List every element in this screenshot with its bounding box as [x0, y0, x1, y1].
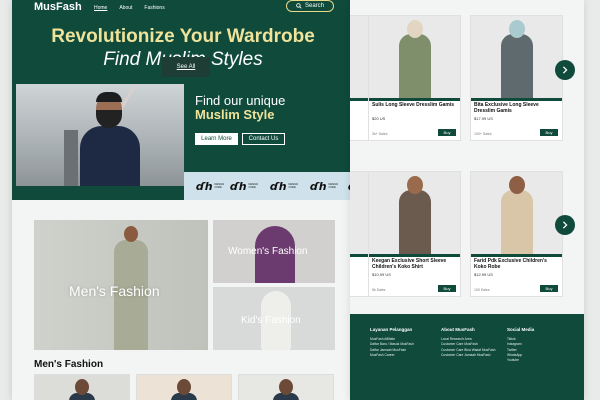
- search-icon: [296, 3, 302, 9]
- category-label: Kid's Fashion: [241, 315, 301, 326]
- chevron-right-icon: [562, 221, 568, 229]
- buy-button[interactable]: Buy: [438, 285, 456, 292]
- section-title: Men's Fashion: [34, 359, 104, 370]
- hero-image: [16, 84, 184, 186]
- top-nav: MusFash Home About Fashions Search: [12, 0, 354, 18]
- product-card[interactable]: Keegan Exclusive Short Sleeve Children's…: [368, 171, 461, 297]
- hero-cta-title: Find our unique: [195, 93, 286, 108]
- product-sales: 100 Sales: [474, 288, 490, 292]
- product-thumbnail[interactable]: [238, 374, 334, 400]
- footer-heading: About MusFash: [441, 327, 475, 332]
- category-kids-fashion[interactable]: Kid's Fashion: [213, 287, 335, 350]
- hero-cta-highlight: Muslim Style: [195, 107, 275, 122]
- footer-column: Social Media Tiktok Instagram Twitter Wh…: [507, 327, 534, 363]
- footer-heading: Layanan Pelanggan: [370, 327, 413, 332]
- product-price: $10.99 US: [372, 272, 391, 277]
- product-card[interactable]: Sulis Long Sleeve Dresslim Gamis $20 US …: [368, 15, 461, 141]
- footer-column: Layanan Pelanggan MusFash Affiliate Daft…: [370, 327, 414, 358]
- nav-link-home[interactable]: Home: [94, 5, 107, 11]
- contact-us-button[interactable]: Contact Us: [242, 133, 285, 145]
- landing-page-mockup: MusFash Home About Fashions Search Revol…: [12, 0, 354, 400]
- footer-column: About MusFash Local Research Area Custom…: [441, 327, 495, 358]
- buy-button[interactable]: Buy: [540, 129, 558, 136]
- carousel-next-button[interactable]: [555, 215, 575, 235]
- nav-link-about[interactable]: About: [119, 5, 132, 11]
- hero-section: MusFash Home About Fashions Search Revol…: [12, 0, 354, 200]
- see-all-button[interactable]: See All: [162, 57, 210, 77]
- category-mens-fashion[interactable]: Men's Fashion: [34, 220, 208, 350]
- nav-links: Home About Fashions: [94, 5, 165, 11]
- product-card[interactable]: Bita Exclusive Long Sleeve Dresslim Gami…: [470, 15, 563, 141]
- brand-logo: ɗh DESIGN CODE: [270, 179, 299, 193]
- product-price: $17.99 US: [474, 116, 493, 121]
- product-card[interactable]: Farid Pdk Exclusive Children's Koko Robe…: [470, 171, 563, 297]
- product-name: Bita Exclusive Long Sleeve Dresslim Gami…: [474, 102, 539, 114]
- footer-heading: Social Media: [507, 327, 535, 332]
- product-listing-mockup: Sulis Long Sleeve Dresslim Gamis $20 US …: [350, 0, 584, 400]
- logo[interactable]: MusFash: [34, 1, 82, 13]
- product-sales: 3k+ Sales: [372, 132, 388, 136]
- product-thumbnail[interactable]: [136, 374, 232, 400]
- product-thumbnails: [34, 374, 334, 400]
- product-thumbnail[interactable]: [34, 374, 130, 400]
- footer-link[interactable]: MusFash Career: [370, 353, 414, 358]
- chevron-right-icon: [562, 66, 568, 74]
- buy-button[interactable]: Buy: [540, 285, 558, 292]
- brand-logo-strip: ɗh DESIGN CODE ɗh DESIGN CODE ɗh DESIGN COD…: [184, 172, 354, 200]
- search-button[interactable]: Search: [286, 0, 334, 12]
- buy-button[interactable]: Buy: [438, 129, 456, 136]
- product-price: $12.99 US: [474, 272, 493, 277]
- product-sales: 100+ Sales: [474, 132, 492, 136]
- product-sales: 5k Sales: [372, 288, 386, 292]
- footer-link[interactable]: Customer Care Jamaah MusFash: [441, 353, 495, 358]
- product-price: $20 US: [372, 116, 386, 121]
- brand-logo: ɗh DESIGN CODE: [196, 179, 225, 193]
- footer: Layanan Pelanggan MusFash Affiliate Daft…: [350, 314, 584, 400]
- brand-logo: ɗh DESIGN CODE: [310, 179, 339, 193]
- category-label: Men's Fashion: [69, 283, 160, 299]
- hero-title: Revolutionize Your Wardrobe: [51, 26, 315, 47]
- category-label: Women's Fashion: [228, 246, 308, 257]
- carousel-next-button[interactable]: [555, 60, 575, 80]
- footer-link[interactable]: Youtube: [507, 358, 534, 363]
- search-label: Search: [304, 3, 324, 9]
- product-name: Keegan Exclusive Short Sleeve Children's…: [372, 258, 447, 270]
- brand-logo: ɗh DESIGN CODE: [230, 179, 259, 193]
- learn-more-button[interactable]: Learn More: [195, 133, 238, 145]
- category-womens-fashion[interactable]: Women's Fashion: [213, 220, 335, 283]
- product-name: Farid Pdk Exclusive Children's Koko Robe: [474, 258, 547, 270]
- product-name: Sulis Long Sleeve Dresslim Gamis: [372, 102, 454, 108]
- footer-link[interactable]: Daftar Baru / Masuk MusFash: [370, 342, 414, 347]
- nav-link-fashions[interactable]: Fashions: [144, 5, 164, 11]
